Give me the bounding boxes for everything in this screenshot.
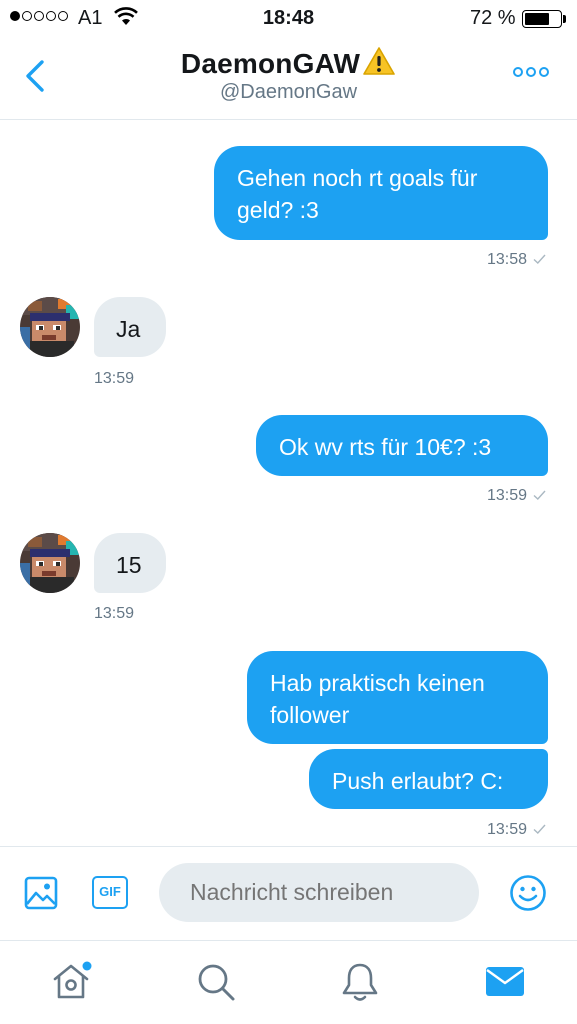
conversation-header: DaemonGAW @DaemonGaw — [0, 38, 577, 120]
read-check-icon — [533, 490, 546, 500]
message-timestamp: 13:59 — [94, 605, 135, 622]
more-icon[interactable] — [513, 67, 549, 77]
battery-percent: 72 % — [470, 7, 516, 29]
page-title: DaemonGAW — [180, 48, 361, 79]
avatar[interactable] — [20, 297, 80, 357]
tab-bar — [0, 940, 577, 1024]
warning-icon — [363, 47, 395, 75]
search-icon[interactable] — [194, 960, 238, 1004]
status-bar: A1 18:48 72 % — [0, 0, 577, 38]
message-composer: GIF — [0, 846, 577, 940]
message-bubble-outgoing[interactable]: Ok wv rts für 10€? :3 — [256, 415, 548, 476]
conversation-title[interactable]: DaemonGAW @DaemonGaw — [0, 46, 577, 104]
avatar[interactable] — [20, 533, 80, 593]
read-check-icon — [533, 824, 546, 834]
read-check-icon — [533, 254, 546, 264]
notifications-icon[interactable] — [338, 960, 382, 1004]
user-handle: @DaemonGaw — [219, 81, 358, 103]
message-bubble-outgoing[interactable]: Hab praktisch keinen follower — [247, 651, 548, 744]
message-bubble-incoming[interactable]: 15 — [94, 533, 166, 593]
message-timestamp: 13:58 — [487, 251, 546, 269]
battery-icon — [522, 10, 562, 28]
emoji-icon[interactable] — [509, 874, 547, 912]
photo-icon[interactable] — [24, 876, 58, 910]
message-timestamp: 13:59 — [94, 370, 135, 387]
message-bubble-incoming[interactable]: Ja — [94, 297, 166, 357]
battery-tip — [563, 15, 566, 23]
home-icon[interactable] — [50, 960, 94, 1004]
message-bubble-outgoing[interactable]: Gehen noch rt goals für geld? :3 — [214, 146, 548, 240]
messages-icon[interactable] — [483, 960, 527, 1004]
notification-dot — [82, 961, 92, 971]
message-timestamp: 13:59 — [487, 821, 546, 839]
gif-button[interactable]: GIF — [92, 876, 128, 909]
message-input[interactable] — [159, 863, 479, 922]
message-timestamp: 13:59 — [487, 487, 546, 505]
message-bubble-outgoing[interactable]: Push erlaubt? C: — [309, 749, 548, 809]
